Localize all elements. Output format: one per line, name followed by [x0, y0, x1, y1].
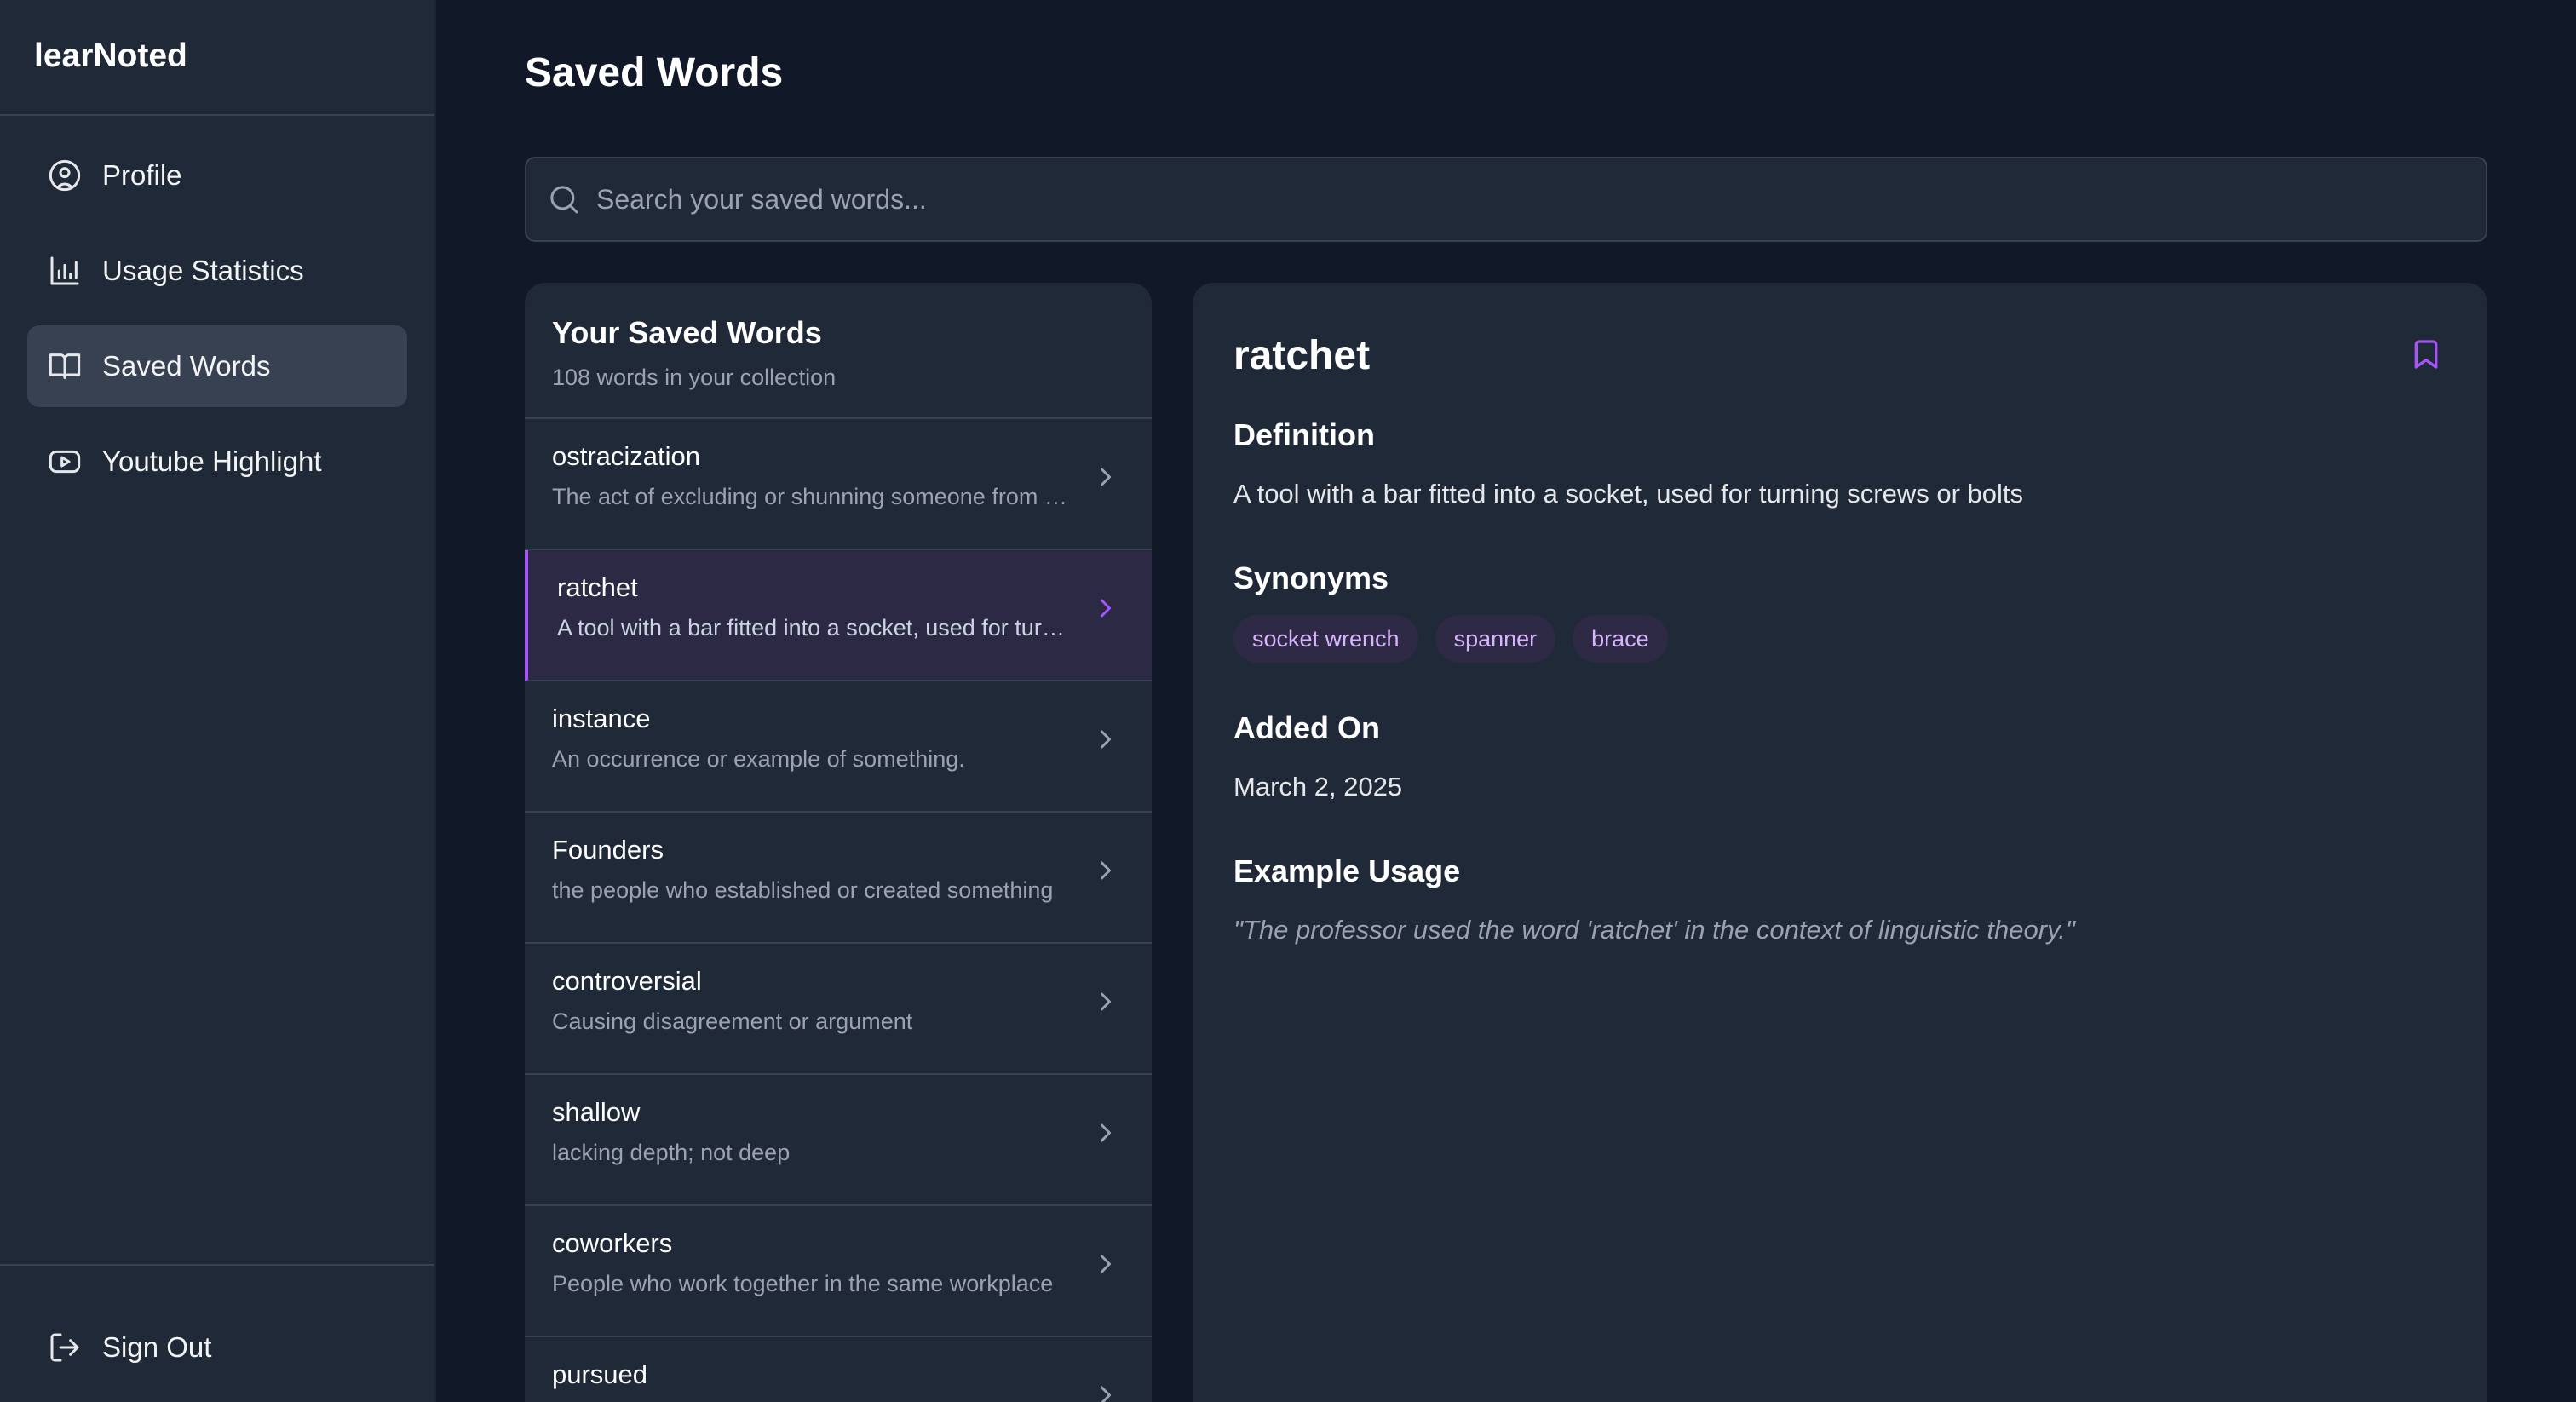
- word-title: controversial: [552, 966, 702, 996]
- chevron-right-icon: [1090, 855, 1121, 886]
- app-root: learNoted Profile Usage Statistics Saved…: [0, 0, 2576, 1402]
- word-definition-preview: People who work together in the same wor…: [552, 1271, 1054, 1296]
- sidebar: learNoted Profile Usage Statistics Saved…: [0, 0, 436, 1402]
- word-definition-preview: A tool with a bar fitted into a socket, …: [557, 615, 1075, 641]
- word-title: pursued: [552, 1359, 648, 1389]
- bookmark-icon[interactable]: [2409, 336, 2443, 373]
- word-detail-panel: ratchet Definition A tool with a bar fit…: [1193, 283, 2487, 1402]
- search-bar: [525, 157, 2487, 242]
- chevron-right-icon: [1090, 1118, 1121, 1148]
- list-title: Your Saved Words: [552, 315, 822, 350]
- list-header: Your Saved Words 108 words in your colle…: [525, 283, 1152, 419]
- sidebar-item-youtube-highlight[interactable]: Youtube Highlight: [27, 421, 407, 503]
- user-circle-icon: [48, 158, 82, 192]
- word-list-item[interactable]: pursued: [525, 1337, 1152, 1402]
- sidebar-item-label: Youtube Highlight: [102, 445, 322, 477]
- word-definition-preview: An occurrence or example of something.: [552, 746, 965, 772]
- synonym-chip: brace: [1573, 615, 1668, 663]
- word-list-item[interactable]: ostracization The act of excluding or sh…: [525, 419, 1152, 550]
- word-title: shallow: [552, 1097, 641, 1127]
- chevron-right-icon: [1090, 462, 1121, 492]
- sidebar-item-label: Usage Statistics: [102, 255, 304, 286]
- word-list-item[interactable]: coworkers People who work together in th…: [525, 1206, 1152, 1337]
- example-usage-label: Example Usage: [1233, 853, 1461, 888]
- chevron-right-icon: [1090, 986, 1121, 1017]
- sidebar-footer: Sign Out: [0, 1264, 434, 1402]
- word-list-item[interactable]: controversial Causing disagreement or ar…: [525, 944, 1152, 1075]
- sidebar-nav: Profile Usage Statistics Saved Words You…: [0, 116, 434, 535]
- sign-out-label: Sign Out: [102, 1331, 212, 1363]
- added-on-label: Added On: [1233, 710, 1380, 745]
- word-title: instance: [552, 704, 651, 733]
- synonyms-list: socket wrench spanner brace: [1233, 615, 1668, 663]
- word-list-item-selected[interactable]: ratchet A tool with a bar fitted into a …: [525, 550, 1152, 681]
- word-list-item[interactable]: shallow lacking depth; not deep: [525, 1075, 1152, 1206]
- word-title: coworkers: [552, 1228, 673, 1258]
- word-definition-preview: the people who established or created so…: [552, 877, 1054, 903]
- youtube-icon: [48, 445, 82, 479]
- book-open-icon: [48, 349, 82, 383]
- example-usage-text: "The professor used the word 'ratchet' i…: [1233, 915, 2075, 945]
- word-definition-preview: Causing disagreement or argument: [552, 1008, 913, 1034]
- main-content: Saved Words Your Saved Words 108 words i…: [436, 0, 2576, 1402]
- sidebar-item-profile[interactable]: Profile: [27, 135, 407, 216]
- word-count: 108 words in your collection: [552, 365, 837, 390]
- saved-words-list-panel: Your Saved Words 108 words in your colle…: [525, 283, 1152, 1402]
- word-title: ostracization: [552, 441, 701, 471]
- word-title: ratchet: [557, 572, 638, 602]
- search-input[interactable]: [596, 183, 2486, 215]
- detail-word-title: ratchet: [1233, 333, 1371, 378]
- sidebar-item-label: Saved Words: [102, 350, 271, 382]
- sidebar-item-usage-statistics[interactable]: Usage Statistics: [27, 230, 407, 312]
- added-on-date: March 2, 2025: [1233, 772, 1403, 802]
- chevron-right-icon: [1090, 1249, 1121, 1279]
- synonym-chip: socket wrench: [1233, 615, 1418, 663]
- word-title: Founders: [552, 835, 664, 865]
- sidebar-item-saved-words[interactable]: Saved Words: [27, 325, 407, 407]
- synonyms-label: Synonyms: [1233, 560, 1389, 595]
- synonym-chip: spanner: [1435, 615, 1556, 663]
- sign-out-button[interactable]: Sign Out: [27, 1307, 407, 1388]
- definition-label: Definition: [1233, 417, 1375, 452]
- word-list-item[interactable]: Founders the people who established or c…: [525, 813, 1152, 944]
- definition-text: A tool with a bar fitted into a socket, …: [1233, 479, 2024, 509]
- bar-chart-icon: [48, 254, 82, 288]
- chevron-right-icon: [1090, 1380, 1121, 1402]
- page-title: Saved Words: [525, 50, 784, 95]
- sidebar-item-label: Profile: [102, 159, 182, 191]
- word-list-item[interactable]: instance An occurrence or example of som…: [525, 681, 1152, 813]
- word-definition-preview: lacking depth; not deep: [552, 1140, 791, 1165]
- search-icon: [547, 182, 581, 216]
- log-out-icon: [48, 1330, 82, 1365]
- chevron-right-icon: [1090, 724, 1121, 755]
- word-definition-preview: The act of excluding or shunning someone…: [552, 484, 1075, 509]
- brand-logo[interactable]: learNoted: [0, 0, 434, 116]
- chevron-right-icon: [1090, 593, 1121, 623]
